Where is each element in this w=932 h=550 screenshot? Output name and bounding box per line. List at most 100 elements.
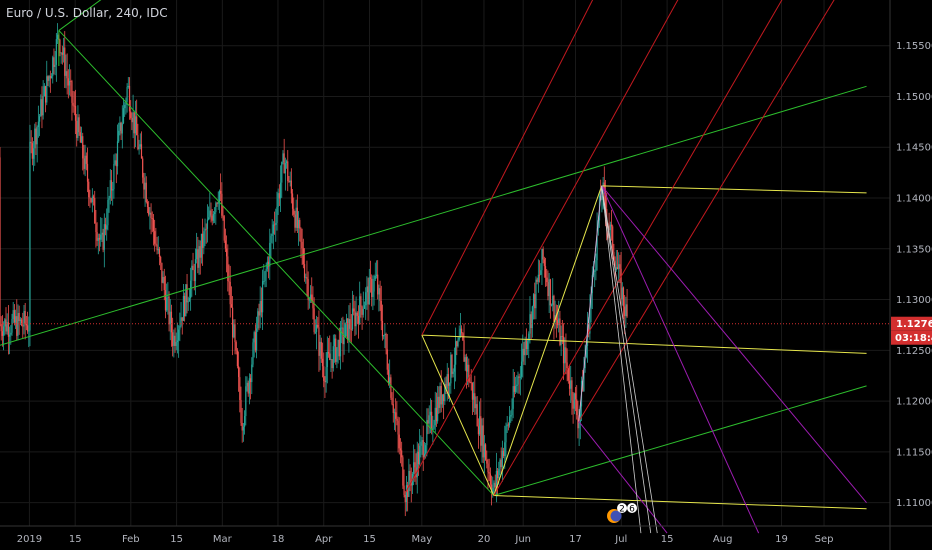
candle-body xyxy=(470,382,472,383)
candle-body xyxy=(461,328,463,334)
candle-body xyxy=(390,377,392,398)
candle-body xyxy=(239,377,241,400)
candle-body xyxy=(20,319,23,326)
candle-body xyxy=(471,382,474,400)
price-tick-label: 1.12500 xyxy=(896,346,932,357)
candle-body xyxy=(223,216,225,241)
price-tick-label: 1.14000 xyxy=(896,194,932,205)
candle-body xyxy=(30,141,32,144)
candle-body xyxy=(378,288,380,295)
candle-body xyxy=(567,367,569,381)
candle-body xyxy=(303,264,306,278)
candle-body xyxy=(369,277,372,279)
candle-body xyxy=(535,279,537,309)
candle-body xyxy=(570,380,572,389)
candle-body xyxy=(463,340,465,362)
candle-body xyxy=(214,212,216,215)
candle-body xyxy=(192,265,194,270)
candle-body xyxy=(402,457,404,486)
candle-body xyxy=(493,482,495,488)
candle-body xyxy=(543,259,545,267)
candle-body xyxy=(549,279,551,306)
candle-body xyxy=(391,397,393,405)
candle-body xyxy=(178,329,180,341)
candle-body xyxy=(112,189,114,191)
candle-body xyxy=(283,153,285,174)
candle-body xyxy=(224,240,227,249)
green-trendline xyxy=(493,385,867,497)
candle-body xyxy=(361,306,363,315)
candle-body xyxy=(206,219,209,229)
time-tick-label: 15 xyxy=(363,534,376,545)
candle-body xyxy=(59,39,61,53)
candle-body xyxy=(313,308,315,332)
candle-body xyxy=(278,193,280,199)
candle-body xyxy=(179,325,181,330)
candle-body xyxy=(464,357,466,362)
candle-body xyxy=(12,310,14,320)
candle-body xyxy=(572,400,574,409)
candle-body xyxy=(170,311,173,333)
candle-body xyxy=(437,396,439,422)
candle-body xyxy=(384,333,386,336)
candle-body xyxy=(257,311,259,329)
candle-body xyxy=(126,87,128,102)
candle-body xyxy=(365,292,367,306)
candle-body xyxy=(151,218,153,219)
candle-body xyxy=(293,208,295,215)
candle-body xyxy=(65,71,67,76)
candle-body xyxy=(540,270,542,275)
candlestick-series xyxy=(0,23,628,517)
candle-body xyxy=(455,341,457,365)
candle-body xyxy=(62,47,65,55)
time-axis[interactable]: 2019 15 Feb 15 Mar 18 Apr 15 May 20 Jun 17 Jul 15 Aug 1… xyxy=(0,525,932,545)
candle-body xyxy=(626,304,628,317)
candle-body xyxy=(122,108,125,124)
candle-body xyxy=(449,383,451,386)
candle-body xyxy=(523,348,525,356)
candle-body xyxy=(393,412,396,414)
candle-body xyxy=(299,219,301,229)
candle-body xyxy=(133,112,135,134)
candle-body xyxy=(22,325,24,327)
candle-body xyxy=(427,420,429,424)
candle-body xyxy=(43,86,45,96)
candle-body xyxy=(49,76,51,79)
candle-body xyxy=(0,324,2,332)
price-chart[interactable]: 1.15500 1.15000 1.14500 1.14000 1.13500 1.130… xyxy=(0,0,932,550)
candle-body xyxy=(235,342,237,351)
candle-body xyxy=(253,332,255,343)
candle-body xyxy=(576,399,578,415)
candle-body xyxy=(374,276,376,279)
candle-body xyxy=(385,333,387,350)
candle-body xyxy=(616,267,619,270)
candle-body xyxy=(187,301,189,303)
candle-body xyxy=(434,407,436,426)
candle-body xyxy=(282,153,284,163)
candle-body xyxy=(300,228,302,242)
candle-body xyxy=(56,34,59,40)
candle-body xyxy=(534,294,536,309)
candle-body xyxy=(264,271,266,281)
candle-body xyxy=(140,144,143,159)
candle-body xyxy=(5,319,7,332)
candle-body xyxy=(513,386,515,392)
candle-body xyxy=(375,274,378,277)
event-badges[interactable]: 26 xyxy=(607,503,638,523)
candle-body xyxy=(395,412,397,419)
candle-body xyxy=(387,369,390,383)
candle-body xyxy=(404,494,406,503)
candle-body xyxy=(277,193,279,207)
price-axis[interactable]: 1.15500 1.15000 1.14500 1.14000 1.13500 1.130… xyxy=(889,0,932,550)
candle-body xyxy=(198,246,200,268)
candle-body xyxy=(78,117,80,133)
candle-body xyxy=(288,181,290,183)
candle-body xyxy=(344,322,346,338)
candle-body xyxy=(440,385,442,405)
candle-body xyxy=(403,485,405,495)
white-fan-line xyxy=(601,185,658,534)
price-tick-label: 1.14500 xyxy=(896,143,932,154)
event-badge-label: 6 xyxy=(629,505,635,515)
candle-body xyxy=(342,327,344,345)
candle-body xyxy=(330,359,332,361)
